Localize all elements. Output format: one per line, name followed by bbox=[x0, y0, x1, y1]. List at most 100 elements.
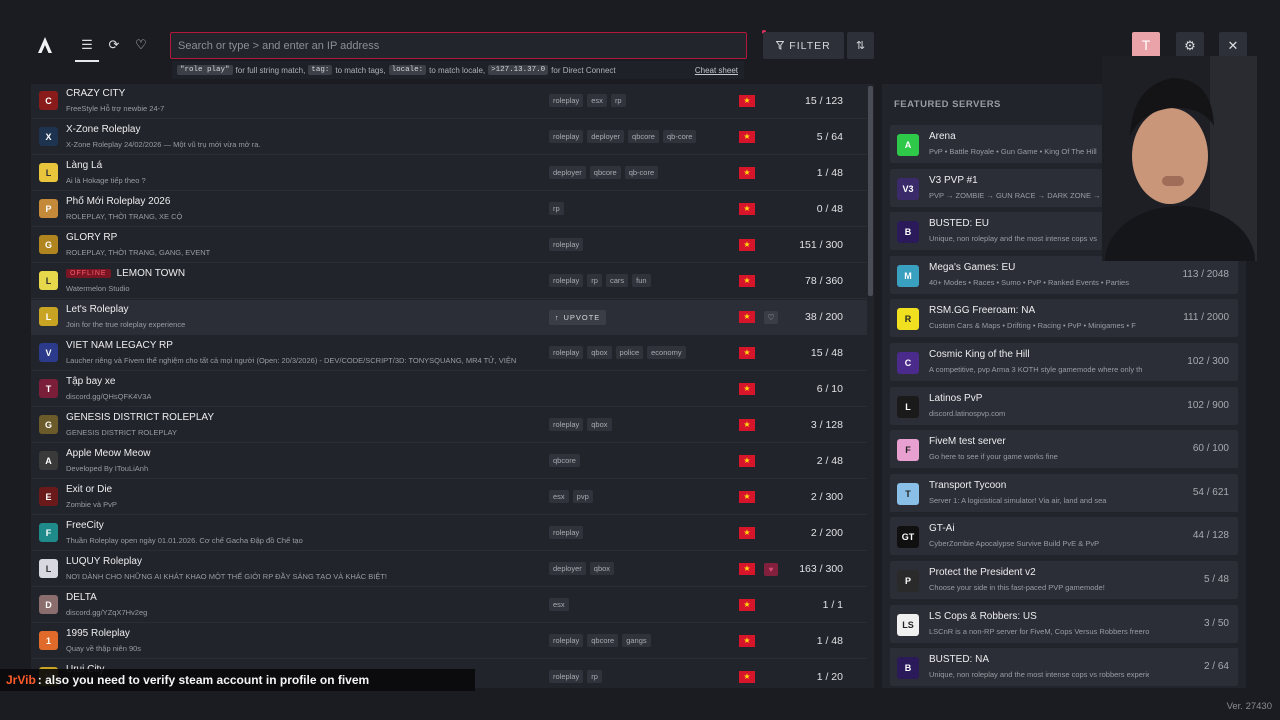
server-tag[interactable]: esx bbox=[587, 94, 607, 107]
server-row[interactable]: V VIET NAM LEGACY RP Laucher riêng và Five… bbox=[31, 336, 867, 371]
server-tag[interactable]: rp bbox=[549, 202, 564, 215]
featured-player-count: 102 / 900 bbox=[1187, 399, 1229, 411]
server-tag[interactable]: roleplay bbox=[549, 526, 584, 539]
server-row[interactable]: 1 1995 Roleplay Quay về thập niên 90s rolep… bbox=[31, 624, 867, 659]
server-tag[interactable]: deployer bbox=[549, 562, 586, 575]
server-tag[interactable]: roleplay bbox=[549, 634, 584, 647]
altv-logo-icon[interactable] bbox=[36, 36, 54, 54]
featured-server-icon: C bbox=[897, 352, 919, 374]
featured-server-card[interactable]: GT GT-Ai CyberZombie Apocalypse Survive Bu… bbox=[890, 517, 1238, 556]
server-tags: roleplay qbox bbox=[549, 418, 612, 431]
server-tag[interactable]: roleplay bbox=[549, 274, 584, 287]
featured-server-description: 40+ Modes • Races • Sumo • PvP • Ranked … bbox=[929, 277, 1129, 287]
server-row[interactable]: D DELTA discord.gg/YZqX7Hv2eg esx ★ 1 / 1 bbox=[31, 588, 867, 623]
player-count: 163 / 300 bbox=[799, 563, 843, 575]
player-count: 2 / 300 bbox=[810, 491, 843, 503]
server-tag[interactable]: rp bbox=[587, 670, 602, 683]
server-tag[interactable]: rp bbox=[587, 274, 602, 287]
server-name-text: DELTA bbox=[66, 592, 97, 603]
sort-button[interactable]: ⇅ bbox=[847, 32, 874, 59]
server-row[interactable]: X X-Zone Roleplay X-Zone Roleplay 24/02/20… bbox=[31, 120, 867, 155]
server-tag[interactable]: qb-core bbox=[624, 166, 659, 179]
server-tag[interactable]: fun bbox=[632, 274, 651, 287]
cheat-sheet-link[interactable]: Cheat sheet bbox=[695, 66, 738, 75]
server-tag[interactable]: qbcore bbox=[587, 634, 619, 647]
server-row[interactable]: L Let's Roleplay Join for the true rolepla… bbox=[31, 300, 867, 335]
avatar[interactable]: T bbox=[1132, 32, 1160, 58]
nav-favorites-icon[interactable]: ♡ bbox=[133, 37, 149, 53]
server-tag[interactable]: esx bbox=[549, 598, 569, 611]
nav-history-icon[interactable]: ⟳ bbox=[106, 37, 122, 53]
server-tag[interactable]: esx bbox=[549, 490, 569, 503]
server-tag[interactable]: qbcore bbox=[549, 454, 580, 467]
server-tag[interactable]: cars bbox=[605, 274, 629, 287]
featured-server-card[interactable]: R RSM.GG Freeroam: NA Custom Cars & Maps •… bbox=[890, 299, 1238, 338]
server-row[interactable]: G GENESIS DISTRICT ROLEPLAY GENESIS DISTRI… bbox=[31, 408, 867, 443]
featured-server-card[interactable]: T Transport Tycoon Server 1: A logicistica… bbox=[890, 473, 1238, 512]
vietnam-flag-icon: ★ bbox=[739, 491, 755, 503]
server-name: LUQUY Roleplay bbox=[66, 556, 142, 567]
featured-server-card[interactable]: L Latinos PvP discord.latinospvp.com 102 / … bbox=[890, 386, 1238, 425]
server-tag[interactable]: qbox bbox=[587, 346, 612, 359]
search-hints: "role play" for full string match, tag: to… bbox=[172, 61, 744, 79]
player-count: 151 / 300 bbox=[799, 239, 843, 251]
favorite-icon[interactable]: ♡ bbox=[764, 311, 778, 324]
scrollbar[interactable] bbox=[867, 84, 874, 688]
server-tag[interactable]: qbcore bbox=[628, 130, 659, 143]
server-name-text: LEMON TOWN bbox=[116, 268, 186, 279]
server-row[interactable]: T Tập bay xe discord.gg/QHsQFK4V3A ★ 6 / 10 bbox=[31, 372, 867, 407]
featured-server-icon: A bbox=[897, 134, 919, 156]
server-row[interactable]: L Làng Lá Ai là Hokage tiếp theo ? deployer… bbox=[31, 156, 867, 191]
server-row[interactable]: P Phố Mới Roleplay 2026 ROLEPLAY, THỜI TRA… bbox=[31, 192, 867, 227]
server-row[interactable]: F FreeCity Thuần Roleplay open ngày 01.01.… bbox=[31, 516, 867, 551]
featured-server-icon: R bbox=[897, 308, 919, 331]
featured-server-card[interactable]: P Protect the President v2 Choose your sid… bbox=[890, 561, 1238, 599]
server-name-text: FreeCity bbox=[66, 520, 104, 531]
server-row[interactable]: L LUQUY Roleplay NƠI DÀNH CHO NHỮNG AI KHÁ… bbox=[31, 552, 867, 587]
server-tag[interactable]: roleplay bbox=[549, 130, 584, 143]
server-tag[interactable]: roleplay bbox=[549, 346, 584, 359]
featured-server-card[interactable]: LS LS Cops & Robbers: US LSCnR is a non-RP… bbox=[890, 604, 1238, 643]
server-tag[interactable]: roleplay bbox=[549, 670, 584, 683]
server-tag[interactable]: gangs bbox=[622, 634, 651, 647]
server-tag[interactable]: qbox bbox=[587, 418, 612, 431]
featured-server-card[interactable]: F FiveM test server Go here to see if your… bbox=[890, 430, 1238, 469]
server-description: Ai là Hokage tiếp theo ? bbox=[66, 176, 146, 185]
featured-server-card[interactable]: B BUSTED: NA Unique, non roleplay and the … bbox=[890, 648, 1238, 687]
server-tag[interactable]: qb-core bbox=[662, 130, 697, 143]
server-tag[interactable]: roleplay bbox=[549, 418, 584, 431]
server-tag[interactable]: qbox bbox=[589, 562, 615, 575]
server-tag[interactable]: qbcore bbox=[589, 166, 621, 179]
nav-list-icon[interactable]: ☰ bbox=[75, 37, 99, 62]
server-row[interactable]: L OFFLINE LEMON TOWN Watermelon Studio rolep… bbox=[31, 264, 867, 299]
featured-server-card[interactable]: C Cosmic King of the Hill A competitive, p… bbox=[890, 343, 1238, 381]
featured-player-count: 44 / 128 bbox=[1192, 530, 1229, 542]
server-tag[interactable]: deployer bbox=[549, 166, 586, 179]
favorite-icon[interactable]: ♥ bbox=[764, 563, 778, 576]
server-icon: 1 bbox=[39, 631, 58, 650]
server-row[interactable]: C CRAZY CITY FreeStyle Hỗ trợ newbie 24-7 r… bbox=[31, 84, 867, 119]
server-tag[interactable]: pvp bbox=[572, 490, 593, 503]
server-row[interactable]: E Exit or Die Zombie và PvP esx pvp ★ 2 / 300 bbox=[31, 480, 867, 515]
server-tag[interactable]: rp bbox=[610, 94, 626, 107]
server-tag[interactable]: roleplay bbox=[549, 238, 584, 251]
server-row[interactable]: G GLORY RP ROLEPLAY, THỜI TRANG, GANG, EVE… bbox=[31, 228, 867, 263]
upvote-button[interactable]: ↑ UPVOTE bbox=[549, 310, 606, 325]
scrollbar-thumb[interactable] bbox=[868, 86, 873, 296]
settings-button[interactable]: ⚙ bbox=[1176, 32, 1204, 59]
filter-button[interactable]: FILTER bbox=[763, 32, 844, 59]
server-name: GLORY RP bbox=[66, 232, 117, 243]
vietnam-flag-icon: ★ bbox=[739, 527, 755, 539]
server-tag[interactable]: economy bbox=[647, 346, 686, 359]
server-tag[interactable]: roleplay bbox=[549, 94, 584, 107]
server-tag[interactable]: deployer bbox=[587, 130, 625, 143]
featured-server-description: Server 1: A logicistical simulator! Via … bbox=[929, 495, 1107, 505]
player-count: 38 / 200 bbox=[805, 311, 843, 323]
hint-text: for Direct Connect bbox=[551, 65, 616, 75]
close-button[interactable]: ✕ bbox=[1219, 32, 1247, 59]
server-tag[interactable]: police bbox=[615, 346, 644, 359]
server-row[interactable]: A Apple Meow Meow Developed By ITouLiAnh qb… bbox=[31, 444, 867, 479]
featured-server-card[interactable]: M Mega's Games: EU 40+ Modes • Races • Sum… bbox=[890, 255, 1238, 294]
featured-player-count: 3 / 50 bbox=[1203, 617, 1229, 629]
search-input[interactable] bbox=[171, 33, 746, 58]
